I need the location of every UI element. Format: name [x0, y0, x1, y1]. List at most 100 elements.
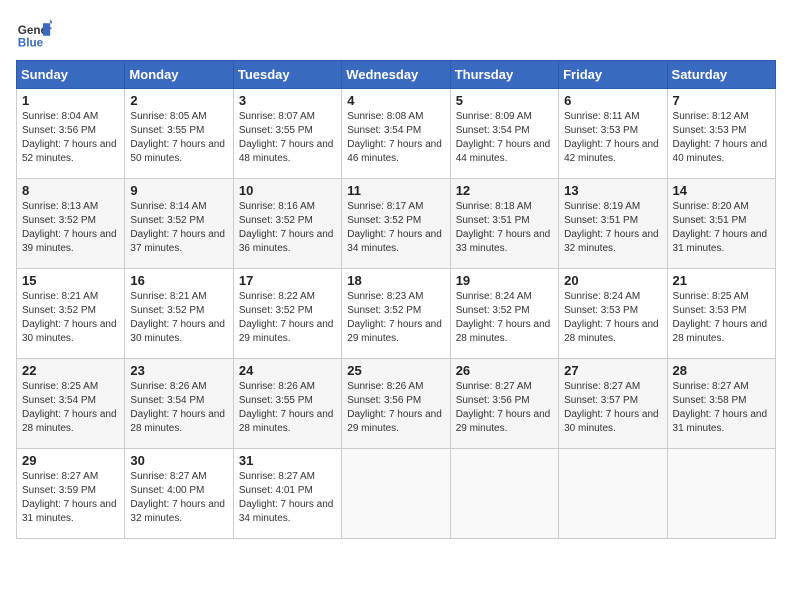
day-info: Sunrise: 8:27 AMSunset: 3:59 PMDaylight:…: [22, 470, 119, 526]
calendar-cell: 29 Sunrise: 8:27 AMSunset: 3:59 PMDayligh…: [17, 449, 125, 539]
day-info: Sunrise: 8:11 AMSunset: 3:53 PMDaylight:…: [564, 110, 661, 166]
day-info: Sunrise: 8:19 AMSunset: 3:51 PMDaylight:…: [564, 200, 661, 256]
calendar-cell: [342, 449, 450, 539]
day-number: 18: [347, 273, 444, 288]
page-header: General Blue: [16, 16, 776, 52]
day-info: Sunrise: 8:21 AMSunset: 3:52 PMDaylight:…: [130, 290, 227, 346]
col-header-thursday: Thursday: [450, 61, 558, 89]
day-number: 5: [456, 93, 553, 108]
calendar-cell: 13 Sunrise: 8:19 AMSunset: 3:51 PMDayligh…: [559, 179, 667, 269]
calendar-cell: 8Sunrise: 8:13 AMSunset: 3:52 PMDaylight…: [17, 179, 125, 269]
calendar-cell: 24 Sunrise: 8:26 AMSunset: 3:55 PMDayligh…: [233, 359, 341, 449]
day-number: 27: [564, 363, 661, 378]
day-number: 1: [22, 93, 119, 108]
day-number: 4: [347, 93, 444, 108]
col-header-friday: Friday: [559, 61, 667, 89]
day-info: Sunrise: 8:21 AMSunset: 3:52 PMDaylight:…: [22, 290, 119, 346]
calendar-cell: 7Sunrise: 8:12 AMSunset: 3:53 PMDaylight…: [667, 89, 775, 179]
calendar-table: SundayMondayTuesdayWednesdayThursdayFrid…: [16, 60, 776, 539]
calendar-week-row: 1 Sunrise: 8:04 AMSunset: 3:56 PMDaylight…: [17, 89, 776, 179]
calendar-cell: 30 Sunrise: 8:27 AMSunset: 4:00 PMDayligh…: [125, 449, 233, 539]
calendar-cell: 14Sunrise: 8:20 AMSunset: 3:51 PMDayligh…: [667, 179, 775, 269]
svg-text:Blue: Blue: [18, 37, 44, 50]
day-number: 20: [564, 273, 661, 288]
calendar-cell: 4 Sunrise: 8:08 AMSunset: 3:54 PMDaylight…: [342, 89, 450, 179]
day-info: Sunrise: 8:27 AMSunset: 3:58 PMDaylight:…: [673, 380, 770, 436]
day-info: Sunrise: 8:18 AMSunset: 3:51 PMDaylight:…: [456, 200, 553, 256]
col-header-tuesday: Tuesday: [233, 61, 341, 89]
day-number: 19: [456, 273, 553, 288]
day-info: Sunrise: 8:08 AMSunset: 3:54 PMDaylight:…: [347, 110, 444, 166]
calendar-cell: 5 Sunrise: 8:09 AMSunset: 3:54 PMDaylight…: [450, 89, 558, 179]
col-header-sunday: Sunday: [17, 61, 125, 89]
day-info: Sunrise: 8:27 AMSunset: 4:01 PMDaylight:…: [239, 470, 336, 526]
day-info: Sunrise: 8:27 AMSunset: 4:00 PMDaylight:…: [130, 470, 227, 526]
logo: General Blue: [16, 16, 56, 52]
day-info: Sunrise: 8:25 AMSunset: 3:54 PMDaylight:…: [22, 380, 119, 436]
day-number: 16: [130, 273, 227, 288]
day-info: Sunrise: 8:05 AMSunset: 3:55 PMDaylight:…: [130, 110, 227, 166]
calendar-cell: 28 Sunrise: 8:27 AMSunset: 3:58 PMDayligh…: [667, 359, 775, 449]
calendar-cell: 27Sunrise: 8:27 AMSunset: 3:57 PMDayligh…: [559, 359, 667, 449]
day-number: 6: [564, 93, 661, 108]
calendar-cell: 12 Sunrise: 8:18 AMSunset: 3:51 PMDayligh…: [450, 179, 558, 269]
day-info: Sunrise: 8:24 AMSunset: 3:52 PMDaylight:…: [456, 290, 553, 346]
day-info: Sunrise: 8:12 AMSunset: 3:53 PMDaylight:…: [673, 110, 770, 166]
calendar-cell: 21 Sunrise: 8:25 AMSunset: 3:53 PMDayligh…: [667, 269, 775, 359]
day-number: 22: [22, 363, 119, 378]
col-header-saturday: Saturday: [667, 61, 775, 89]
day-number: 25: [347, 363, 444, 378]
calendar-cell: 19 Sunrise: 8:24 AMSunset: 3:52 PMDayligh…: [450, 269, 558, 359]
day-info: Sunrise: 8:23 AMSunset: 3:52 PMDaylight:…: [347, 290, 444, 346]
day-number: 10: [239, 183, 336, 198]
day-number: 26: [456, 363, 553, 378]
day-info: Sunrise: 8:22 AMSunset: 3:52 PMDaylight:…: [239, 290, 336, 346]
day-number: 14: [673, 183, 770, 198]
logo-icon: General Blue: [16, 16, 52, 52]
calendar-cell: 11Sunrise: 8:17 AMSunset: 3:52 PMDayligh…: [342, 179, 450, 269]
day-info: Sunrise: 8:09 AMSunset: 3:54 PMDaylight:…: [456, 110, 553, 166]
calendar-week-row: 8Sunrise: 8:13 AMSunset: 3:52 PMDaylight…: [17, 179, 776, 269]
day-number: 9: [130, 183, 227, 198]
calendar-cell: [559, 449, 667, 539]
col-header-wednesday: Wednesday: [342, 61, 450, 89]
day-info: Sunrise: 8:27 AMSunset: 3:56 PMDaylight:…: [456, 380, 553, 436]
day-number: 21: [673, 273, 770, 288]
day-number: 2: [130, 93, 227, 108]
calendar-week-row: 29 Sunrise: 8:27 AMSunset: 3:59 PMDayligh…: [17, 449, 776, 539]
day-info: Sunrise: 8:07 AMSunset: 3:55 PMDaylight:…: [239, 110, 336, 166]
day-number: 12: [456, 183, 553, 198]
day-info: Sunrise: 8:04 AMSunset: 3:56 PMDaylight:…: [22, 110, 119, 166]
calendar-week-row: 15Sunrise: 8:21 AMSunset: 3:52 PMDayligh…: [17, 269, 776, 359]
calendar-cell: 22 Sunrise: 8:25 AMSunset: 3:54 PMDayligh…: [17, 359, 125, 449]
day-number: 24: [239, 363, 336, 378]
day-info: Sunrise: 8:14 AMSunset: 3:52 PMDaylight:…: [130, 200, 227, 256]
calendar-cell: 3Sunrise: 8:07 AMSunset: 3:55 PMDaylight…: [233, 89, 341, 179]
day-number: 30: [130, 453, 227, 468]
day-info: Sunrise: 8:24 AMSunset: 3:53 PMDaylight:…: [564, 290, 661, 346]
calendar-cell: 2 Sunrise: 8:05 AMSunset: 3:55 PMDaylight…: [125, 89, 233, 179]
day-number: 17: [239, 273, 336, 288]
calendar-cell: 26 Sunrise: 8:27 AMSunset: 3:56 PMDayligh…: [450, 359, 558, 449]
calendar-cell: 16 Sunrise: 8:21 AMSunset: 3:52 PMDayligh…: [125, 269, 233, 359]
day-number: 29: [22, 453, 119, 468]
day-info: Sunrise: 8:26 AMSunset: 3:55 PMDaylight:…: [239, 380, 336, 436]
calendar-cell: [667, 449, 775, 539]
calendar-cell: [450, 449, 558, 539]
day-info: Sunrise: 8:16 AMSunset: 3:52 PMDaylight:…: [239, 200, 336, 256]
day-number: 13: [564, 183, 661, 198]
calendar-cell: 18 Sunrise: 8:23 AMSunset: 3:52 PMDayligh…: [342, 269, 450, 359]
calendar-cell: 6 Sunrise: 8:11 AMSunset: 3:53 PMDaylight…: [559, 89, 667, 179]
day-info: Sunrise: 8:26 AMSunset: 3:54 PMDaylight:…: [130, 380, 227, 436]
col-header-monday: Monday: [125, 61, 233, 89]
calendar-week-row: 22 Sunrise: 8:25 AMSunset: 3:54 PMDayligh…: [17, 359, 776, 449]
day-number: 23: [130, 363, 227, 378]
day-number: 28: [673, 363, 770, 378]
calendar-cell: 15Sunrise: 8:21 AMSunset: 3:52 PMDayligh…: [17, 269, 125, 359]
day-info: Sunrise: 8:26 AMSunset: 3:56 PMDaylight:…: [347, 380, 444, 436]
day-info: Sunrise: 8:17 AMSunset: 3:52 PMDaylight:…: [347, 200, 444, 256]
day-number: 8: [22, 183, 119, 198]
day-info: Sunrise: 8:25 AMSunset: 3:53 PMDaylight:…: [673, 290, 770, 346]
calendar-cell: 25 Sunrise: 8:26 AMSunset: 3:56 PMDayligh…: [342, 359, 450, 449]
calendar-cell: 1 Sunrise: 8:04 AMSunset: 3:56 PMDaylight…: [17, 89, 125, 179]
